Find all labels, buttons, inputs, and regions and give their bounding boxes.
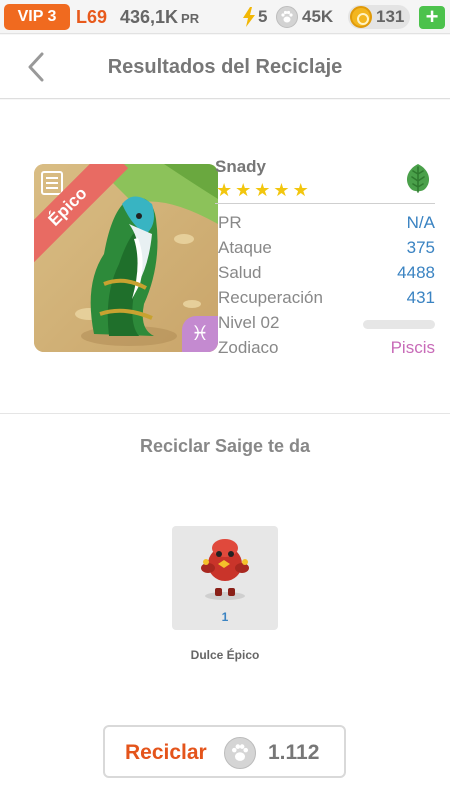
stat-value: 375: [406, 238, 435, 257]
level-progress-bar: [363, 320, 435, 329]
section-divider: [0, 413, 450, 414]
stat-value: 4488: [397, 263, 435, 282]
stats-divider: [215, 203, 435, 204]
stat-row-recuperacion: Recuperación 431: [218, 286, 435, 310]
monster-name: Snady: [215, 157, 267, 176]
reward-quantity: 1: [221, 610, 229, 624]
star-rating: ★ ★ ★ ★ ★: [216, 180, 312, 200]
recycle-title: Reciclar Saige te da: [139, 436, 311, 456]
stat-row-pr: PR N/A: [218, 211, 435, 235]
details-icon[interactable]: [41, 171, 63, 195]
candy-icon: [201, 539, 249, 600]
stat-row-nivel: Nivel 02: [218, 311, 435, 335]
vip-badge[interactable]: VIP 3: [4, 4, 70, 30]
energy-value: 5: [258, 7, 268, 26]
stat-label: Ataque: [218, 238, 272, 257]
food-value: 45K: [302, 7, 334, 26]
star-icon: ★: [292, 180, 309, 200]
gold-counter[interactable]: 131: [348, 5, 411, 29]
recycle-button-label: Reciclar: [125, 741, 207, 764]
star-icon: ★: [235, 180, 252, 200]
player-power: 436,1K PR: [120, 5, 199, 31]
stat-label: Zodiaco: [218, 338, 279, 357]
star-icon: ★: [216, 180, 233, 200]
recycle-results: Épico ♓ Snady ★ ★ ★ ★ ★ PR N/A Ataque 375 Sa…: [0, 100, 450, 800]
pisces-icon: ♓: [182, 316, 218, 352]
player-level: L69: [76, 7, 108, 27]
star-icon: ★: [273, 180, 290, 200]
recycle-button[interactable]: Reciclar 1.112: [103, 725, 346, 778]
stat-label: Salud: [218, 263, 262, 282]
monster-card[interactable]: Épico ♓: [34, 164, 218, 352]
gold-coin-icon: [350, 6, 372, 28]
paw-icon: [276, 6, 298, 28]
reward-name: Dulce Épico: [190, 648, 260, 662]
stat-row-ataque: Ataque 375: [218, 236, 435, 260]
gold-value: 131: [376, 7, 405, 26]
page-header: Resultados del Reciclaje: [0, 35, 450, 99]
stat-label: PR: [218, 213, 242, 232]
add-gold-button[interactable]: +: [419, 6, 445, 29]
reward-item[interactable]: 1: [172, 526, 278, 630]
stat-row-zodiaco: Zodiaco Piscis: [218, 336, 435, 360]
power-value: 436,1K: [120, 7, 179, 27]
food-counter[interactable]: 45K: [276, 5, 333, 29]
stat-row-salud: Salud 4488: [218, 261, 435, 285]
resource-bar: VIP 3 L69 436,1K PR 5 45K 131 +: [0, 0, 450, 34]
stat-label: Nivel 02: [218, 313, 280, 332]
power-label: PR: [181, 11, 200, 26]
recycle-cost: 1.112: [268, 741, 320, 764]
stat-label: Recuperación: [218, 288, 323, 307]
stat-value: Piscis: [390, 338, 435, 357]
star-icon: ★: [254, 180, 271, 200]
paw-icon: [224, 737, 256, 769]
stat-value: N/A: [406, 213, 435, 232]
energy-counter[interactable]: 5: [243, 5, 267, 29]
stat-value: 431: [406, 288, 435, 307]
page-title: Resultados del Reciclaje: [107, 56, 343, 78]
bolt-icon: [243, 7, 255, 27]
leaf-icon: [406, 164, 430, 193]
